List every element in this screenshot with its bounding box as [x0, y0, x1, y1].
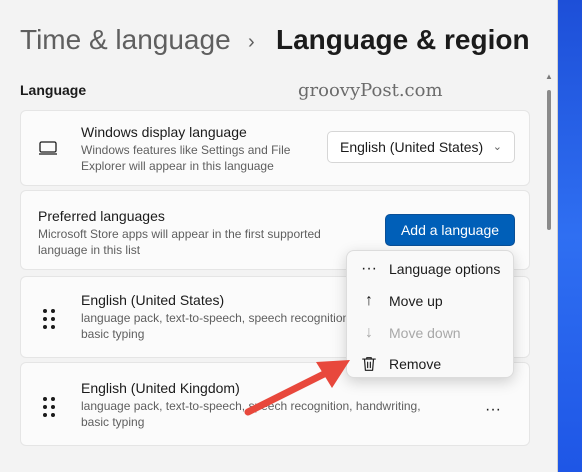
more-horizontal-icon: ··· — [361, 260, 377, 277]
display-language-description: Windows features like Settings and File … — [81, 142, 290, 174]
features-line: language pack, text-to-speech, speech re… — [81, 311, 353, 325]
desktop-background — [558, 0, 582, 472]
menu-item-remove[interactable]: Remove — [347, 348, 513, 380]
watermark: groovyPost.com — [298, 80, 443, 101]
preferred-languages-description: Microsoft Store apps will appear in the … — [38, 226, 321, 258]
menu-item-language-options[interactable]: ··· Language options — [347, 253, 513, 285]
breadcrumb-parent-link[interactable]: Time & language — [20, 24, 231, 55]
annotation-arrow-icon — [244, 360, 350, 416]
menu-item-label: Language options — [389, 261, 501, 277]
scrollbar-thumb[interactable] — [547, 90, 551, 230]
description-line: Explorer will appear in this language — [81, 159, 274, 173]
menu-item-label: Remove — [389, 356, 442, 372]
arrow-down-icon: ↓ — [365, 324, 373, 341]
features-line: basic typing — [81, 327, 145, 341]
menu-item-move-down: ↓ Move down — [347, 317, 513, 349]
language-name: English (United States) — [81, 292, 225, 308]
monitor-icon — [39, 141, 57, 155]
display-language-title: Windows display language — [81, 124, 247, 140]
more-options-icon[interactable]: ··· — [485, 401, 501, 419]
display-language-dropdown[interactable]: English (United States) ⌄ — [327, 131, 515, 163]
chevron-down-icon: ⌄ — [492, 141, 502, 153]
section-heading: Language — [20, 82, 87, 98]
settings-window: Time & language › Language & region groo… — [0, 0, 558, 472]
arrow-up-icon: ↑ — [365, 292, 373, 309]
menu-item-move-up[interactable]: ↑ Move up — [347, 285, 513, 317]
language-features: language pack, text-to-speech, speech re… — [81, 310, 353, 342]
breadcrumb: Time & language › Language & region — [20, 24, 530, 56]
add-language-button[interactable]: Add a language — [385, 214, 515, 246]
menu-item-label: Move down — [389, 325, 461, 341]
page-title: Language & region — [276, 24, 530, 55]
menu-item-label: Move up — [389, 293, 443, 309]
language-context-menu: ··· Language options ↑ Move up ↓ Move do… — [346, 250, 514, 378]
description-line: language in this list — [38, 243, 141, 257]
scroll-up-icon[interactable]: ▲ — [545, 72, 553, 81]
display-language-card: Windows display language Windows feature… — [20, 110, 530, 186]
drag-handle-icon[interactable] — [41, 309, 57, 329]
drag-handle-icon[interactable] — [41, 397, 57, 417]
breadcrumb-chevron-icon: › — [248, 31, 255, 53]
preferred-languages-title: Preferred languages — [38, 208, 165, 224]
description-line: Microsoft Store apps will appear in the … — [38, 227, 321, 241]
description-line: Windows features like Settings and File — [81, 143, 291, 157]
language-name: English (United Kingdom) — [81, 380, 240, 396]
trash-icon — [362, 357, 376, 371]
dropdown-value: English (United States) — [340, 139, 484, 155]
